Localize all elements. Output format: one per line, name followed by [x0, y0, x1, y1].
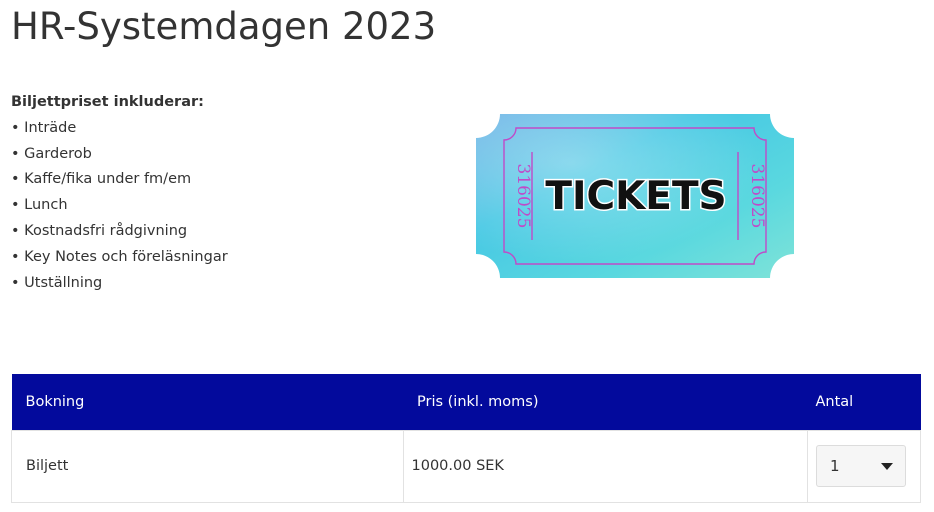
ticket-serial-right: 316025	[747, 164, 767, 229]
page-title: HR-Systemdagen 2023	[11, 5, 437, 48]
ticket-serial-left: 316025	[513, 164, 533, 229]
column-header-booking: Bokning	[11, 374, 403, 430]
list-item: Kaffe/fika under fm/em	[11, 167, 228, 193]
booking-table: Bokning Pris (inkl. moms) Antal Biljett …	[11, 374, 922, 503]
ticket-label: TICKETS	[545, 174, 726, 219]
list-item: Inträde	[11, 116, 228, 142]
cell-booking: Biljett	[11, 429, 404, 503]
quantity-value: 1	[829, 457, 840, 475]
includes-heading: Biljettpriset inkluderar:	[11, 94, 204, 110]
quantity-select[interactable]: 1	[815, 445, 906, 487]
column-header-quantity: Antal	[807, 374, 921, 430]
includes-list: Inträde Garderob Kaffe/fika under fm/em …	[11, 116, 228, 297]
ticket-includes: Biljettpriset inkluderar: Inträde Garder…	[11, 90, 228, 296]
list-item: Key Notes och föreläsningar	[11, 245, 228, 271]
chevron-down-icon	[880, 463, 893, 470]
ticket-icon: 316025 316025 TICKETS TICKETS	[476, 114, 794, 278]
list-item: Kostnadsfri rådgivning	[11, 219, 228, 245]
list-item: Utställning	[11, 271, 228, 297]
cell-price: 1000.00 SEK	[402, 429, 808, 503]
list-item: Lunch	[11, 193, 228, 219]
table-header-row: Bokning Pris (inkl. moms) Antal	[11, 374, 921, 430]
list-item: Garderob	[11, 142, 228, 168]
cell-quantity: 1	[806, 429, 922, 503]
column-header-price: Pris (inkl. moms)	[403, 374, 808, 430]
table-row: Biljett 1000.00 SEK 1	[11, 429, 922, 503]
page: HR-Systemdagen 2023 Biljettpriset inklud…	[0, 0, 934, 512]
